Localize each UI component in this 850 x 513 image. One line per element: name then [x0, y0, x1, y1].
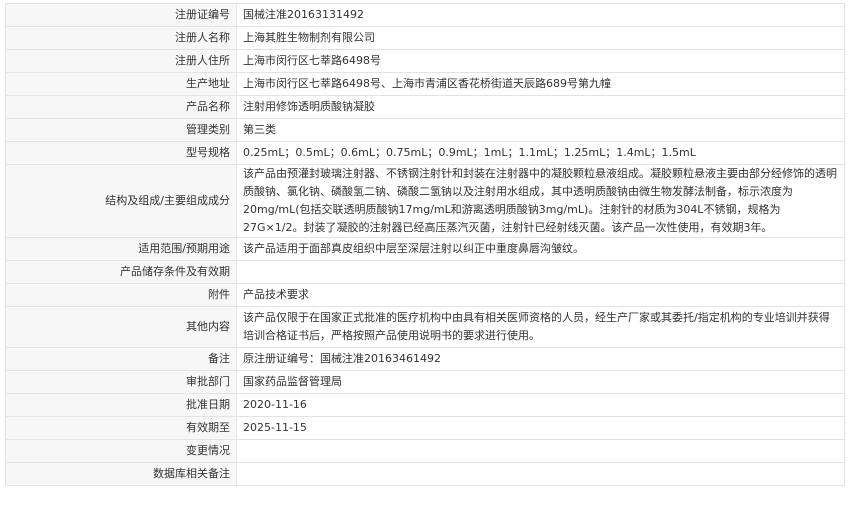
field-value-change-history: [236, 439, 845, 463]
field-value-production-address: 上海市闵行区七莘路6498号、上海市青浦区香花桥街道天辰路689号第九幢: [236, 72, 845, 96]
table-row: 其他内容 该产品仅限于在国家正式批准的医疗机构中由具有相关医师资格的人员，经生产…: [5, 306, 845, 348]
field-value-database-remarks: [236, 462, 845, 486]
field-label-remarks: 备注: [5, 347, 237, 371]
field-label-product-name: 产品名称: [5, 95, 237, 119]
field-value-other-content: 该产品仅限于在国家正式批准的医疗机构中由具有相关医师资格的人员，经生产厂家或其委…: [236, 306, 845, 348]
table-row: 管理类别 第三类: [5, 118, 845, 142]
table-row: 注册人名称 上海其胜生物制剂有限公司: [5, 26, 845, 50]
field-value-approval-department: 国家药品监督管理局: [236, 370, 845, 394]
field-label-management-category: 管理类别: [5, 118, 237, 142]
field-label-registrant-address: 注册人住所: [5, 49, 237, 73]
field-label-composition: 结构及组成/主要组成成分: [5, 164, 237, 238]
field-label-change-history: 变更情况: [5, 439, 237, 463]
table-row: 附件 产品技术要求: [5, 283, 845, 307]
field-label-intended-use: 适用范围/预期用途: [5, 237, 237, 261]
table-row: 型号规格 0.25mL；0.5mL；0.6mL；0.75mL；0.9mL；1mL…: [5, 141, 845, 165]
field-value-approval-date: 2020-11-16: [236, 393, 845, 417]
field-label-registrant-name: 注册人名称: [5, 26, 237, 50]
registration-detail-page: 注册证编号 国械注准20163131492 注册人名称 上海其胜生物制剂有限公司…: [0, 0, 850, 513]
table-row: 生产地址 上海市闵行区七莘路6498号、上海市青浦区香花桥街道天辰路689号第九…: [5, 72, 845, 96]
field-value-composition: 该产品由预灌封玻璃注射器、不锈钢注射针和封装在注射器中的凝胶颗粒悬液组成。凝胶颗…: [236, 164, 845, 238]
field-value-registrant-address: 上海市闵行区七莘路6498号: [236, 49, 845, 73]
field-value-registrant-name: 上海其胜生物制剂有限公司: [236, 26, 845, 50]
field-label-registration-number: 注册证编号: [5, 3, 237, 27]
field-value-product-name: 注射用修饰透明质酸钠凝胶: [236, 95, 845, 119]
field-value-remarks: 原注册证编号：国械注准20163461492: [236, 347, 845, 371]
table-row: 审批部门 国家药品监督管理局: [5, 370, 845, 394]
table-row: 结构及组成/主要组成成分 该产品由预灌封玻璃注射器、不锈钢注射针和封装在注射器中…: [5, 164, 845, 238]
table-row: 产品名称 注射用修饰透明质酸钠凝胶: [5, 95, 845, 119]
field-value-storage-validity: [236, 260, 845, 284]
table-row: 有效期至 2025-11-15: [5, 416, 845, 440]
table-row: 注册人住所 上海市闵行区七莘路6498号: [5, 49, 845, 73]
field-label-production-address: 生产地址: [5, 72, 237, 96]
field-label-approval-department: 审批部门: [5, 370, 237, 394]
field-value-management-category: 第三类: [236, 118, 845, 142]
field-value-model-spec: 0.25mL；0.5mL；0.6mL；0.75mL；0.9mL；1mL；1.1m…: [236, 141, 845, 165]
table-row: 变更情况: [5, 439, 845, 463]
field-label-attachment: 附件: [5, 283, 237, 307]
field-value-registration-number: 国械注准20163131492: [236, 3, 845, 27]
field-value-attachment: 产品技术要求: [236, 283, 845, 307]
field-label-storage-validity: 产品储存条件及有效期: [5, 260, 237, 284]
table-row: 产品储存条件及有效期: [5, 260, 845, 284]
field-label-model-spec: 型号规格: [5, 141, 237, 165]
field-label-database-remarks: 数据库相关备注: [5, 462, 237, 486]
table-row: 数据库相关备注: [5, 462, 845, 486]
field-label-approval-date: 批准日期: [5, 393, 237, 417]
registration-info-table: 注册证编号 国械注准20163131492 注册人名称 上海其胜生物制剂有限公司…: [5, 3, 845, 486]
table-row: 批准日期 2020-11-16: [5, 393, 845, 417]
field-label-valid-until: 有效期至: [5, 416, 237, 440]
field-label-other-content: 其他内容: [5, 306, 237, 348]
field-value-valid-until: 2025-11-15: [236, 416, 845, 440]
field-value-intended-use: 该产品适用于面部真皮组织中层至深层注射以纠正中重度鼻唇沟皱纹。: [236, 237, 845, 261]
table-row: 注册证编号 国械注准20163131492: [5, 3, 845, 27]
table-row: 备注 原注册证编号：国械注准20163461492: [5, 347, 845, 371]
table-row: 适用范围/预期用途 该产品适用于面部真皮组织中层至深层注射以纠正中重度鼻唇沟皱纹…: [5, 237, 845, 261]
